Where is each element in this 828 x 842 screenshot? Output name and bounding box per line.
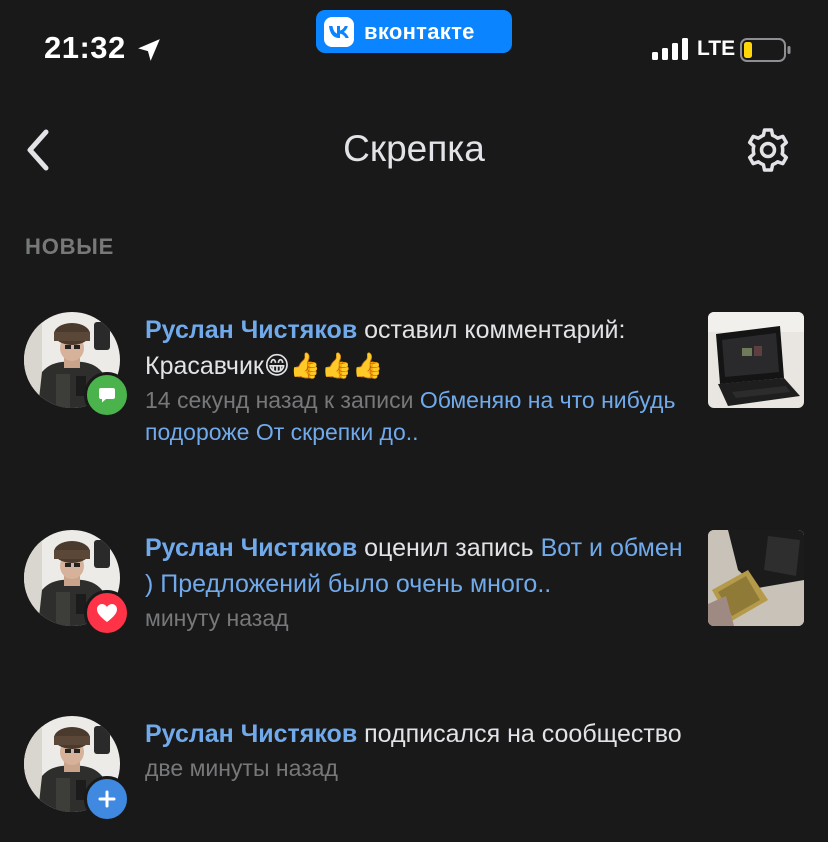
notification-text: Руслан Чистяков подписался на сообщество… [145, 716, 690, 784]
battery-icon [740, 38, 791, 62]
avatar[interactable] [24, 530, 130, 636]
notification-meta: 14 секунд назад к записи Обменяю на что … [145, 384, 690, 448]
heart-icon [97, 604, 117, 622]
settings-button[interactable] [740, 124, 796, 176]
vk-app-badge[interactable]: вконтакте [316, 10, 512, 53]
timestamp: 14 секунд назад к записи [145, 387, 420, 413]
laptop-photo-image [708, 312, 804, 408]
action-text: подписался на сообщество [357, 720, 682, 748]
vk-logo-icon [324, 16, 354, 47]
notification-text: Руслан Чистяков оставил комментарий: Кра… [145, 312, 690, 448]
network-type: LTE [697, 37, 736, 60]
user-name-link[interactable]: Руслан Чистяков [145, 534, 357, 562]
avatar[interactable] [24, 716, 130, 822]
user-name-link[interactable]: Руслан Чистяков [145, 720, 357, 748]
section-header-new: НОВЫЕ [25, 234, 115, 259]
gear-icon [747, 128, 789, 172]
comment-text: Красавчик😁👍👍👍 [145, 352, 384, 380]
status-bar: 21:32 вконтакте LTE [0, 0, 828, 100]
timestamp: минуту назад [145, 605, 289, 631]
like-badge [84, 590, 130, 636]
user-name-link[interactable]: Руслан Чистяков [145, 316, 357, 344]
vk-app-name: вконтакте [364, 18, 475, 44]
navigation-bar: Скрепка [0, 100, 828, 200]
post-thumbnail-laptop[interactable] [708, 312, 804, 408]
location-arrow-icon [138, 39, 160, 61]
plus-icon [98, 790, 116, 808]
status-time: 21:32 [44, 30, 126, 65]
post-thumbnail-money[interactable] [708, 530, 804, 626]
notification-text: Руслан Чистяков оценил запись Вот и обме… [145, 530, 690, 634]
money-photo-image [708, 530, 804, 626]
action-text: оценил запись [357, 534, 541, 562]
timestamp: две минуты назад [145, 755, 338, 781]
subscribe-badge [84, 776, 130, 822]
cellular-signal-icon [652, 38, 688, 60]
comment-badge [84, 372, 130, 418]
page-title: Скрепка [343, 128, 485, 169]
comment-icon [99, 388, 115, 403]
avatar[interactable] [24, 312, 130, 418]
action-text: оставил комментарий: [357, 316, 626, 344]
